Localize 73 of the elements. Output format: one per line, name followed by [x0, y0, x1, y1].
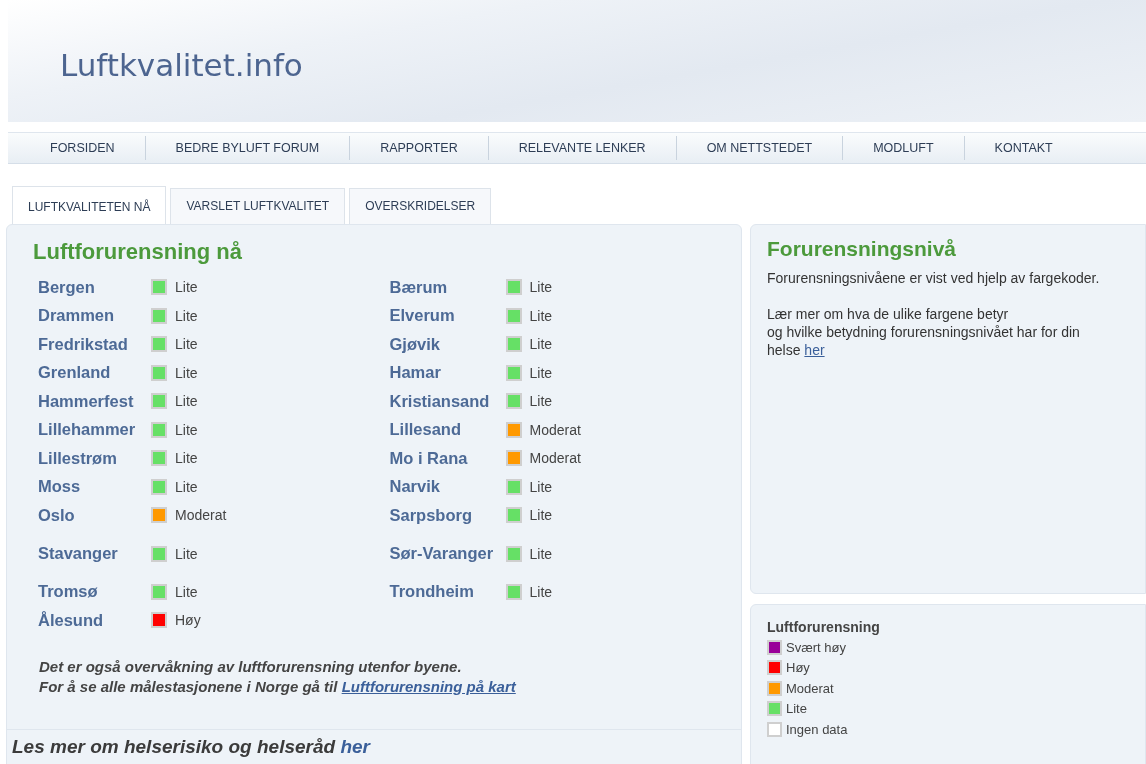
- note-text: For å se alle målestasjonene i Norge gå til Luftforurensning på kart: [39, 676, 518, 697]
- level-label: Lite: [175, 279, 198, 296]
- info-title: Forurensningsnivå: [767, 237, 958, 261]
- city-name: Oslo: [38, 505, 76, 525]
- city-name: Bergen: [38, 277, 96, 297]
- nav-link[interactable]: RELEVANTE LENKER: [488, 136, 677, 160]
- help-link[interactable]: her: [804, 342, 825, 358]
- level-label: Lite: [529, 583, 553, 600]
- city-name: Moss: [38, 477, 82, 497]
- info-text: Forurensningsnivåene er vist ved hjelp av fargekoder.: [767, 269, 1101, 287]
- nav-link[interactable]: KONTAKT: [964, 136, 1083, 160]
- city-name: Lillehammer: [38, 420, 137, 440]
- city-name: Narvik: [389, 477, 441, 497]
- level-label: Moderat: [529, 450, 581, 467]
- info-text: Lær mer om hva de ulike fargene betyr og hvilke betydning forurensningsnivået har for din helse her: [767, 305, 1081, 359]
- city-name: Grenland: [38, 363, 112, 383]
- panel-title: Luftforurensning nå: [33, 239, 243, 265]
- city-name: Sarpsborg: [389, 505, 474, 525]
- level-label: Høy: [175, 612, 201, 629]
- note-text: Det er også overvåkning av luftforurensning utenfor byene.: [39, 656, 463, 677]
- nav-link[interactable]: OM NETTSTEDET: [676, 136, 844, 160]
- city-name: Gjøvik: [389, 334, 441, 354]
- level-label: Lite: [175, 421, 198, 438]
- legend-label: Moderat: [786, 680, 834, 696]
- nav-link[interactable]: FORSIDEN: [8, 136, 146, 160]
- level-label: Lite: [175, 478, 198, 495]
- level-label: Lite: [175, 393, 198, 410]
- city-name: Hamar: [389, 363, 442, 383]
- level-label: Lite: [175, 307, 198, 324]
- level-label: Lite: [175, 364, 198, 381]
- level-label: Lite: [529, 545, 553, 562]
- level-label: Lite: [529, 336, 553, 353]
- city-name: Hammerfest: [38, 391, 135, 411]
- level-label: Lite: [175, 450, 198, 467]
- level-label: Lite: [175, 583, 198, 600]
- city-name: Fredrikstad: [38, 334, 129, 354]
- legend-label: Lite: [786, 701, 807, 717]
- city-name: Mo i Rana: [389, 448, 469, 468]
- city-name: Tromsø: [38, 582, 99, 602]
- health-link[interactable]: her: [340, 735, 370, 757]
- city-name: Elverum: [389, 306, 456, 326]
- city-name: Drammen: [38, 306, 116, 326]
- legend-label: Høy: [786, 660, 810, 676]
- level-label: Moderat: [175, 507, 227, 524]
- legend-label: Svært høy: [786, 639, 846, 655]
- level-label: Lite: [529, 478, 553, 495]
- level-label: Lite: [529, 364, 553, 381]
- city-name: Ålesund: [38, 610, 105, 630]
- tab[interactable]: VARSLET LUFTKVALITET: [170, 188, 346, 224]
- level-label: Lite: [529, 507, 553, 524]
- level-label: Lite: [529, 279, 553, 296]
- health-heading: Les mer om helserisiko og helseråd her: [7, 728, 741, 758]
- level-label: Lite: [175, 336, 198, 353]
- city-name: Stavanger: [38, 544, 119, 563]
- tab[interactable]: LUFTKVALITETEN NÅ: [12, 186, 167, 224]
- city-name: Kristiansand: [389, 391, 491, 411]
- city-name: Lillesand: [389, 420, 463, 440]
- legend-label: Ingen data: [786, 721, 848, 737]
- city-name: Trondheim: [389, 582, 475, 602]
- map-link[interactable]: Luftforurensning på kart: [341, 677, 516, 695]
- legend-title: Luftforurensning: [767, 619, 881, 635]
- level-label: Lite: [175, 545, 198, 562]
- level-label: Lite: [529, 393, 553, 410]
- nav-link[interactable]: RAPPORTER: [350, 136, 489, 160]
- city-name: Bærum: [389, 277, 449, 297]
- city-name: Sør-Varanger: [389, 544, 495, 563]
- tab[interactable]: OVERSKRIDELSER: [349, 188, 492, 224]
- site-logo[interactable]: Luftkvalitet.info: [60, 47, 303, 83]
- nav-link[interactable]: MODLUFT: [843, 136, 965, 160]
- level-label: Lite: [529, 307, 553, 324]
- level-label: Moderat: [529, 421, 581, 438]
- city-name: Lillestrøm: [38, 448, 118, 468]
- nav-link[interactable]: BEDRE BYLUFT FORUM: [145, 136, 351, 160]
